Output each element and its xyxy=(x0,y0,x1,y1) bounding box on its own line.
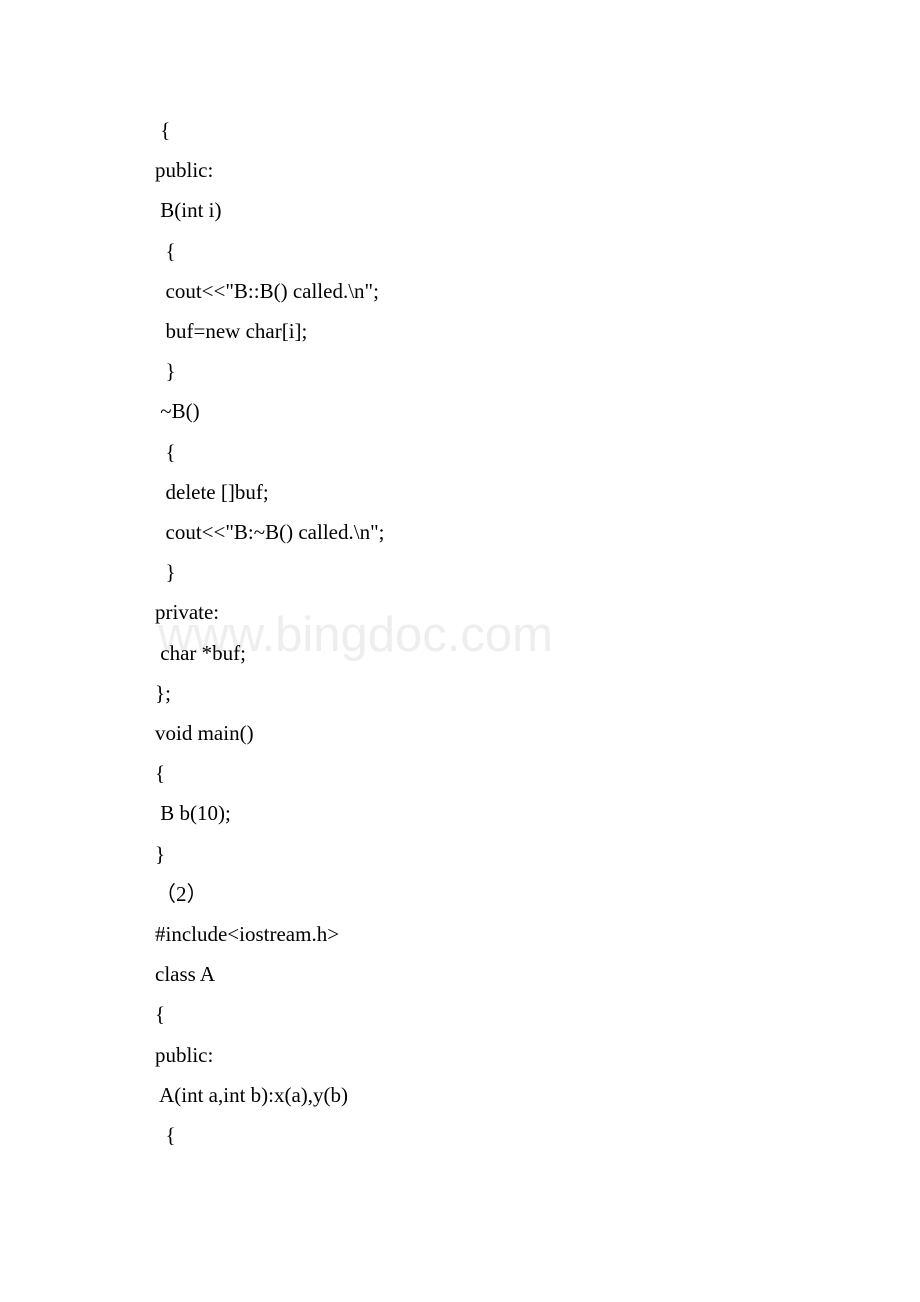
code-line: } xyxy=(155,351,765,391)
code-line: { xyxy=(155,753,765,793)
code-line: ~B() xyxy=(155,391,765,431)
code-container: { public: B(int i) { cout<<"B::B() calle… xyxy=(0,0,920,1235)
code-line: （2） xyxy=(155,874,765,914)
code-line: #include<iostream.h> xyxy=(155,914,765,954)
code-line: } xyxy=(155,834,765,874)
code-line: class A xyxy=(155,954,765,994)
code-line: { xyxy=(155,1115,765,1155)
code-line: char *buf; xyxy=(155,633,765,673)
code-line: cout<<"B:~B() called.\n"; xyxy=(155,512,765,552)
code-line: { xyxy=(155,231,765,271)
code-line: cout<<"B::B() called.\n"; xyxy=(155,271,765,311)
code-line: private: xyxy=(155,592,765,632)
code-line: B b(10); xyxy=(155,793,765,833)
code-line: { xyxy=(155,432,765,472)
code-line: }; xyxy=(155,673,765,713)
code-line: A(int a,int b):x(a),y(b) xyxy=(155,1075,765,1115)
code-line: B(int i) xyxy=(155,190,765,230)
code-line: buf=new char[i]; xyxy=(155,311,765,351)
code-line: { xyxy=(155,110,765,150)
code-line: public: xyxy=(155,1035,765,1075)
code-line: delete []buf; xyxy=(155,472,765,512)
code-line: } xyxy=(155,552,765,592)
code-line: public: xyxy=(155,150,765,190)
code-line: void main() xyxy=(155,713,765,753)
code-line: { xyxy=(155,994,765,1034)
